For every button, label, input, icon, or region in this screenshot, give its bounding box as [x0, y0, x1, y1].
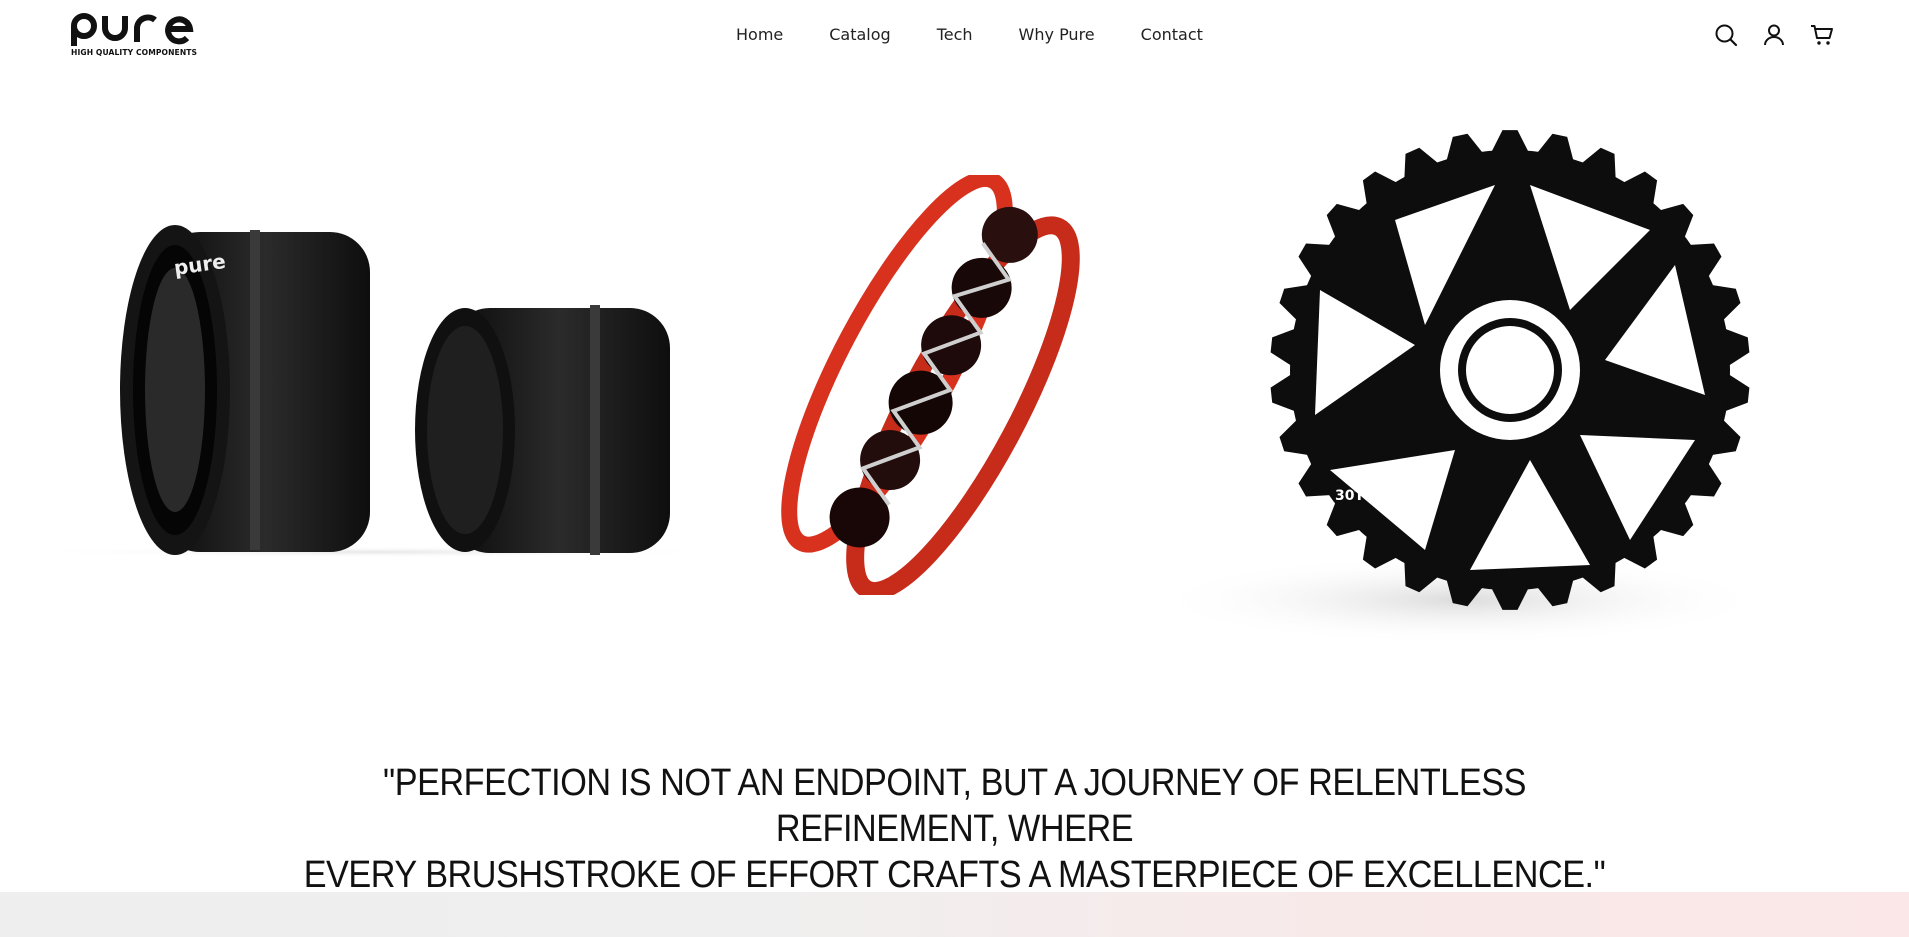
- chainring-label: 30T: [1335, 488, 1364, 504]
- bottom-band: [0, 892, 1909, 937]
- nav-contact[interactable]: Contact: [1141, 24, 1203, 46]
- hero-products: pure 30T: [0, 80, 1909, 700]
- nav-catalog[interactable]: Catalog: [829, 24, 890, 46]
- nav-home[interactable]: Home: [736, 24, 783, 46]
- bearing-image[interactable]: [750, 175, 1110, 595]
- account-icon[interactable]: [1761, 21, 1787, 49]
- nav-why-pure[interactable]: Why Pure: [1019, 24, 1095, 46]
- nav-tech[interactable]: Tech: [937, 24, 973, 46]
- right-cup: [415, 305, 670, 555]
- cart-icon[interactable]: [1809, 21, 1835, 49]
- quote-line-1: "PERFECTION IS NOT AN ENDPOINT, BUT A JO…: [383, 762, 1526, 850]
- header-icons: [1713, 21, 1835, 49]
- main-nav: Home Catalog Tech Why Pure Contact: [736, 24, 1203, 46]
- chainring-image[interactable]: 30T: [1130, 100, 1790, 690]
- brand-tagline: HIGH QUALITY COMPONENTS: [71, 48, 198, 57]
- left-cup: pure: [120, 225, 370, 555]
- search-icon[interactable]: [1713, 21, 1739, 49]
- site-header: HIGH QUALITY COMPONENTS Home Catalog Tec…: [0, 0, 1909, 70]
- pure-logo-mark: [71, 13, 194, 46]
- bottom-bracket-image[interactable]: pure: [10, 190, 740, 570]
- chainring-gear: 30T: [1270, 130, 1750, 610]
- brand-quote: "PERFECTION IS NOT AN ENDPOINT, BUT A JO…: [275, 760, 1633, 898]
- brand-logo[interactable]: HIGH QUALITY COMPONENTS: [70, 12, 198, 60]
